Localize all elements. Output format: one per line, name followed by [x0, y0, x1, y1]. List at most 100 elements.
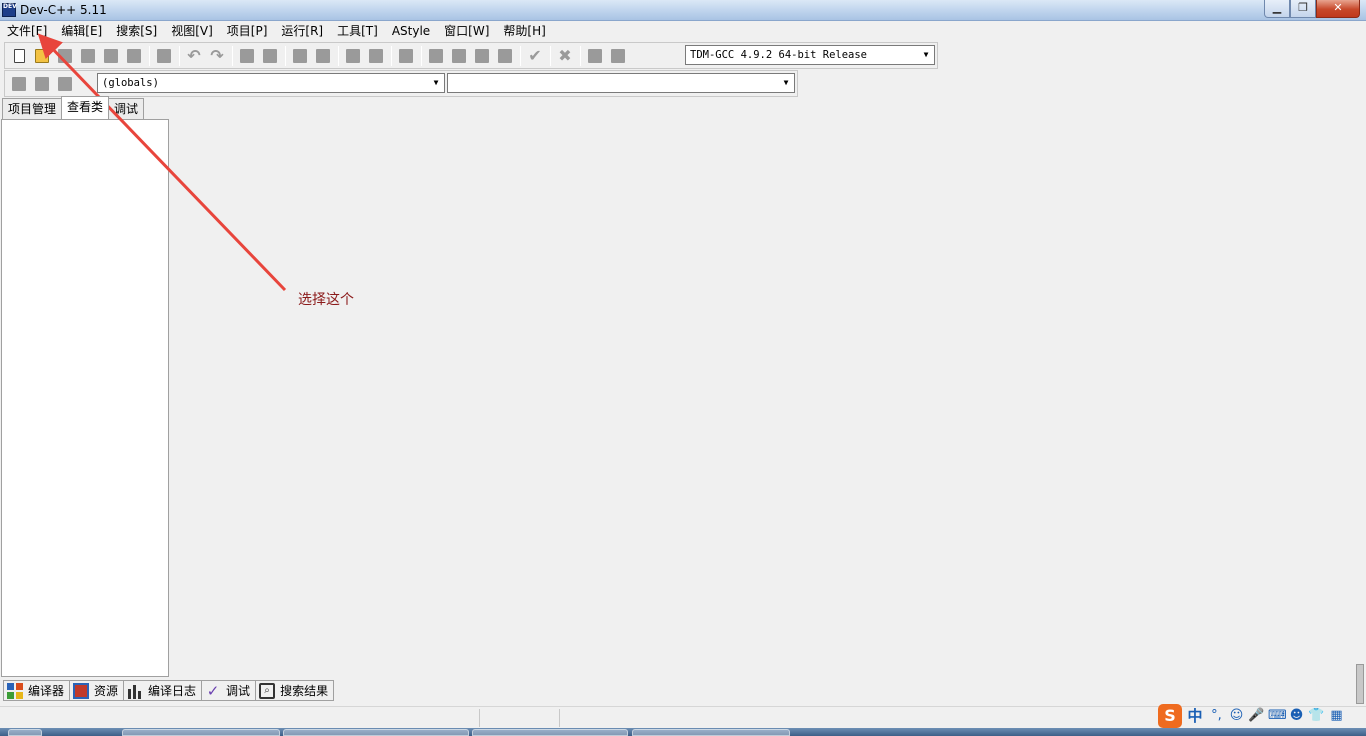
undo-button[interactable]: ↶ — [184, 46, 204, 66]
taskbar-item[interactable] — [283, 729, 469, 736]
status-separator — [559, 709, 560, 727]
ime-toolbar: S 中 °, ☺ 🎤 ⌨ ☻ 👕 ▦ — [1154, 703, 1366, 728]
tab-debug[interactable]: 调试 — [108, 98, 145, 119]
globals-select-value: (globals) — [102, 77, 159, 89]
run-icon — [452, 48, 466, 63]
devcpp-app-icon: DEV — [2, 3, 17, 17]
redo-icon: ↷ — [210, 45, 224, 65]
undo-icon: ↶ — [187, 45, 201, 65]
emoji-icon[interactable]: ☺ — [1228, 707, 1245, 724]
restore-button[interactable]: ❐ — [1290, 0, 1316, 18]
checkmark-icon: ✓ — [206, 681, 220, 700]
goto-line-button[interactable] — [290, 46, 310, 66]
toolbar-separator — [285, 45, 286, 66]
toolbar-separator — [391, 45, 392, 66]
profile-button[interactable] — [608, 46, 628, 66]
redo-button[interactable]: ↷ — [207, 46, 227, 66]
status-separator — [479, 709, 480, 727]
compile-run-icon — [475, 48, 489, 63]
profile-icon — [611, 48, 625, 63]
globals-select[interactable]: (globals) ▼ — [97, 73, 445, 93]
unindent-button[interactable] — [366, 46, 386, 66]
menu-file[interactable]: 文件[F] — [0, 21, 54, 41]
start-button[interactable] — [8, 729, 42, 736]
open-file-button[interactable] — [32, 46, 52, 66]
class-browser-panel[interactable] — [1, 119, 169, 677]
save-button[interactable] — [55, 46, 75, 66]
tab-resources-label: 资源 — [94, 684, 119, 698]
toolbar-separator — [232, 45, 233, 66]
tab-project-manager[interactable]: 项目管理 — [2, 98, 63, 119]
taskbar-item-devcpp[interactable] — [632, 729, 790, 736]
unindent-icon — [369, 48, 383, 63]
compiler-icon — [7, 682, 23, 699]
stop-button[interactable]: ✖ — [555, 46, 575, 66]
new-file-icon — [13, 48, 25, 63]
members-select[interactable]: ▼ — [447, 73, 795, 93]
chevron-down-icon[interactable]: ▼ — [918, 46, 934, 64]
minimize-button[interactable]: ▁ — [1264, 0, 1290, 18]
tab-resources[interactable]: 资源 — [69, 680, 125, 701]
menu-search[interactable]: 搜索[S] — [109, 21, 164, 41]
user-icon[interactable]: ☻ — [1288, 707, 1305, 724]
keyboard-icon[interactable]: ⌨ — [1268, 707, 1287, 724]
menu-help[interactable]: 帮助[H] — [496, 21, 552, 41]
menu-tools[interactable]: 工具[T] — [330, 21, 385, 41]
menu-edit[interactable]: 编辑[E] — [54, 21, 109, 41]
close-file-button[interactable] — [101, 46, 121, 66]
window-controls: ▁ ❐ ✕ — [1264, 0, 1360, 18]
toolbar-separator — [550, 45, 551, 66]
size-grip[interactable] — [1356, 664, 1364, 704]
indent-button[interactable] — [343, 46, 363, 66]
close-file-icon — [104, 48, 118, 63]
bottom-panel-tabs: 编译器 资源 编译日志 ✓ 调试 ⌕ 搜索结果 — [3, 680, 335, 701]
tab-compile-log[interactable]: 编译日志 — [123, 680, 203, 701]
menu-project[interactable]: 项目[P] — [220, 21, 275, 41]
microphone-icon[interactable]: 🎤 — [1248, 707, 1265, 724]
toolbox-grid-icon[interactable]: ▦ — [1328, 707, 1345, 724]
forward-button[interactable] — [55, 74, 75, 94]
tab-compiler[interactable]: 编译器 — [3, 680, 71, 701]
ime-punctuation[interactable]: °, — [1208, 707, 1225, 724]
menu-astyle[interactable]: AStyle — [385, 21, 437, 41]
close-button[interactable]: ✕ — [1316, 0, 1360, 18]
compile-button[interactable] — [426, 46, 446, 66]
menu-run[interactable]: 运行[R] — [274, 21, 330, 41]
taskbar — [0, 728, 1366, 736]
save-all-button[interactable] — [78, 46, 98, 66]
bar-chart-icon — [127, 682, 144, 699]
replace-button[interactable] — [260, 46, 280, 66]
menu-view[interactable]: 视图[V] — [164, 21, 220, 41]
compile-icon — [429, 48, 443, 63]
debug-button[interactable] — [585, 46, 605, 66]
next-page-button[interactable] — [313, 46, 333, 66]
new-class-button[interactable] — [9, 74, 29, 94]
tab-class-browser[interactable]: 查看类 — [61, 96, 110, 119]
menu-window[interactable]: 窗口[W] — [437, 21, 496, 41]
replace-icon — [263, 48, 277, 63]
rebuild-button[interactable] — [495, 46, 515, 66]
taskbar-item[interactable] — [122, 729, 280, 736]
chevron-down-icon[interactable]: ▼ — [778, 74, 794, 92]
compiler-select[interactable]: TDM-GCC 4.9.2 64-bit Release ▼ — [685, 45, 935, 65]
taskbar-item[interactable] — [472, 729, 628, 736]
annotation-label: 选择这个 — [298, 292, 354, 308]
syntax-check-button[interactable]: ✔ — [525, 46, 545, 66]
run-button[interactable] — [449, 46, 469, 66]
tab-search-results[interactable]: ⌕ 搜索结果 — [255, 680, 335, 701]
toggle-comment-button[interactable] — [396, 46, 416, 66]
back-button[interactable] — [32, 74, 52, 94]
compile-run-button[interactable] — [472, 46, 492, 66]
print-button[interactable] — [154, 46, 174, 66]
title-bar: DEV Dev-C++ 5.11 ▁ ❐ ✕ — [0, 0, 1366, 21]
tab-debug-output[interactable]: ✓ 调试 — [201, 680, 257, 701]
next-icon — [316, 48, 330, 63]
new-file-button[interactable] — [9, 46, 29, 66]
skin-shirt-icon[interactable]: 👕 — [1308, 707, 1325, 724]
ime-language[interactable]: 中 — [1185, 705, 1205, 726]
sogou-logo-icon[interactable]: S — [1158, 703, 1182, 728]
chevron-down-icon[interactable]: ▼ — [428, 74, 444, 92]
toolbar-separator — [179, 45, 180, 66]
find-button[interactable] — [237, 46, 257, 66]
close-all-button[interactable] — [124, 46, 144, 66]
